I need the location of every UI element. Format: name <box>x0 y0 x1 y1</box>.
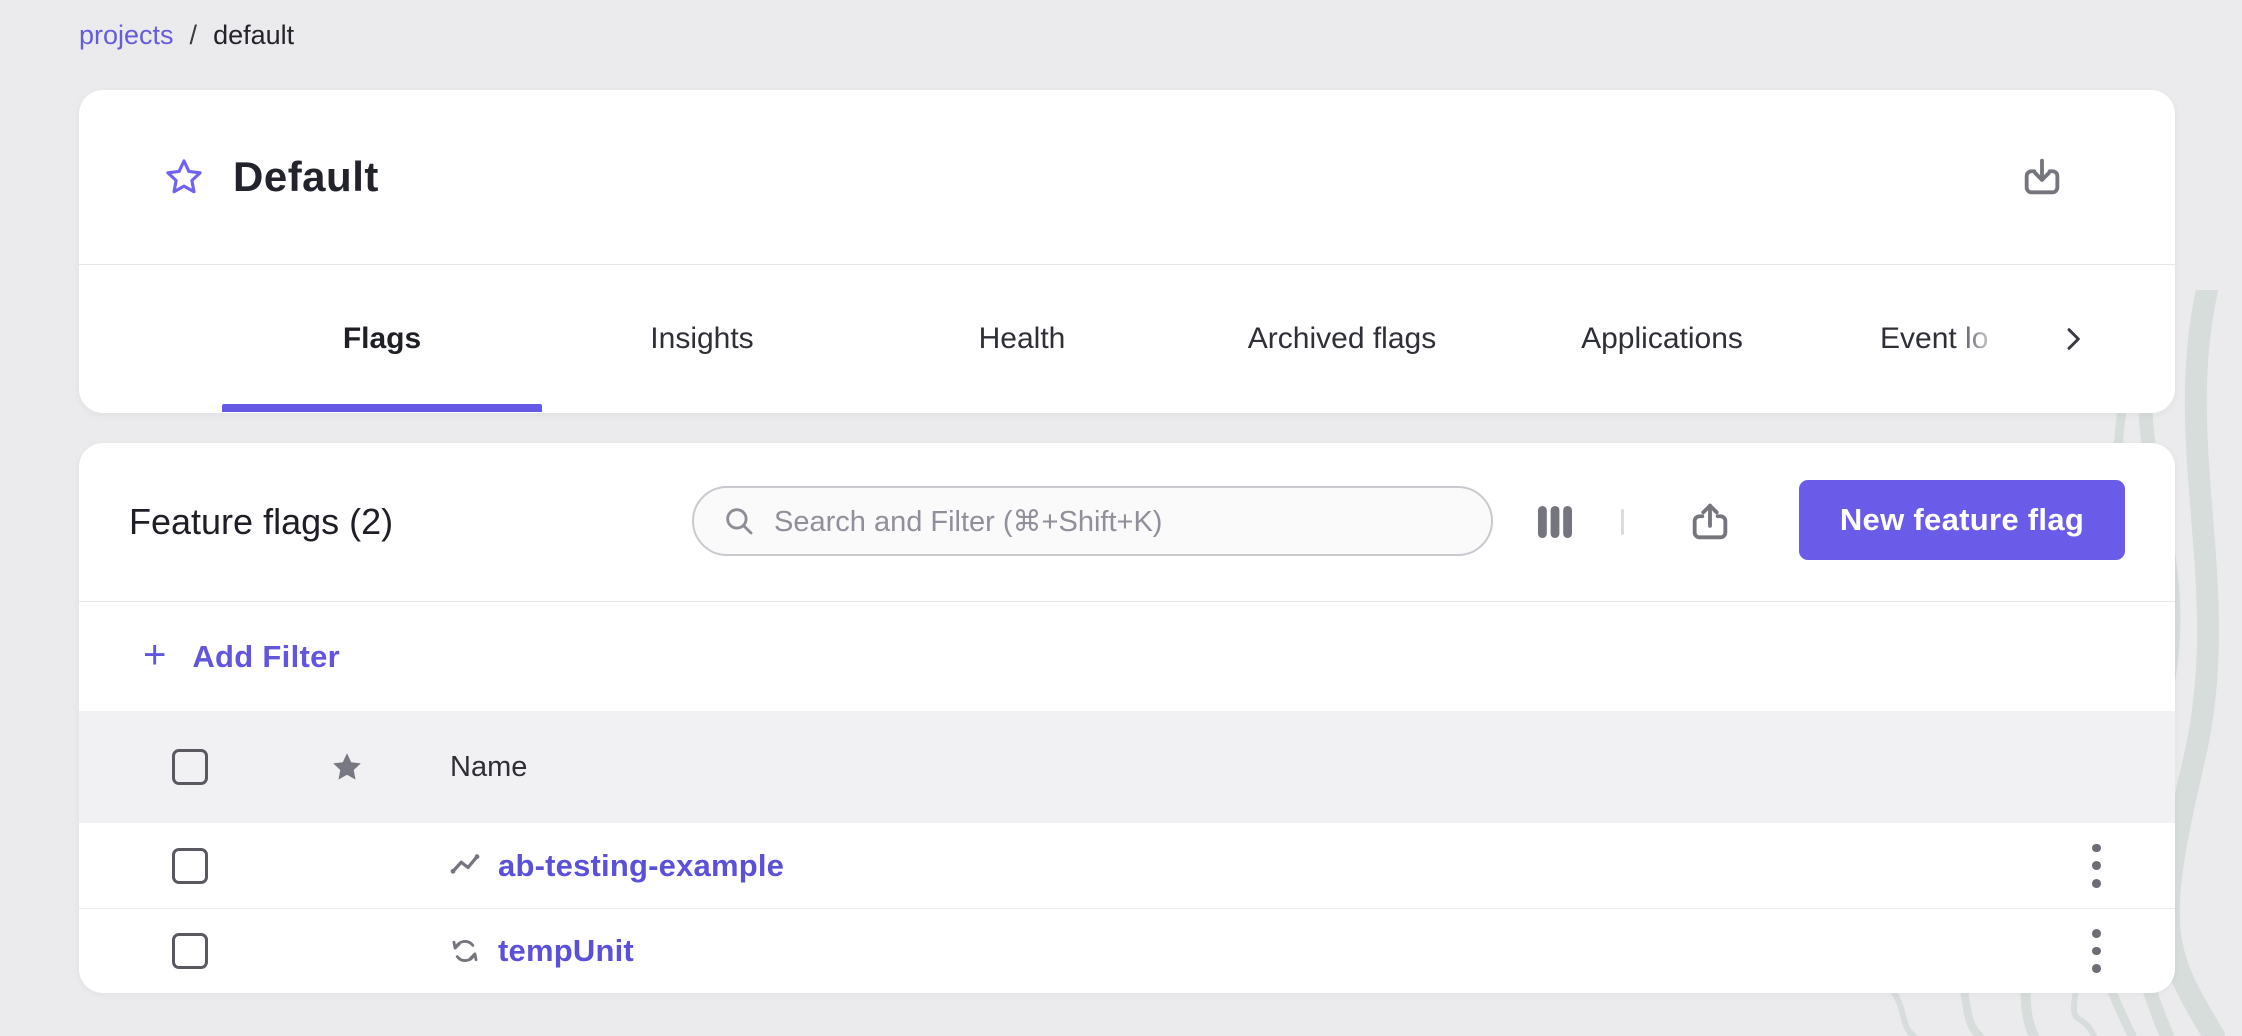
plus-icon: + <box>143 635 166 675</box>
tab-flags[interactable]: Flags <box>222 265 542 412</box>
row-checkbox[interactable] <box>172 848 208 884</box>
project-title: Default <box>233 153 379 201</box>
sync-icon <box>446 932 484 970</box>
add-filter-label: Add Filter <box>192 639 340 675</box>
project-header: Default <box>79 90 2175 265</box>
breadcrumb-projects-link[interactable]: projects <box>79 20 174 51</box>
project-card: Default Flags Insights Health Archived f… <box>79 90 2175 413</box>
tabs-scroll-chevron-right-icon[interactable] <box>2053 319 2093 359</box>
flag-link[interactable]: tempUnit <box>498 933 634 969</box>
table-header-row: Name <box>79 711 2175 823</box>
tab-applications-label: Applications <box>1581 322 1743 356</box>
row-menu-kebab-icon[interactable] <box>2078 844 2114 888</box>
tab-archived-flags-label: Archived flags <box>1248 322 1436 356</box>
toolbar-divider <box>1621 509 1624 535</box>
tab-archived-flags[interactable]: Archived flags <box>1182 265 1502 412</box>
row-menu-kebab-icon[interactable] <box>2078 929 2114 973</box>
download-icon[interactable] <box>2019 154 2065 200</box>
favorites-column-star-icon <box>328 748 366 786</box>
tab-applications[interactable]: Applications <box>1502 265 1822 412</box>
trend-icon <box>446 847 484 885</box>
select-all-checkbox[interactable] <box>172 749 208 785</box>
flag-link[interactable]: ab-testing-example <box>498 848 784 884</box>
tab-overflow-fade <box>1952 265 2002 412</box>
new-feature-flag-button[interactable]: New feature flag <box>1799 480 2125 560</box>
flag-row-ab-testing-example: ab-testing-example <box>79 823 2175 908</box>
tab-health-label: Health <box>979 322 1066 356</box>
breadcrumb-separator: / <box>190 20 198 51</box>
tabs-row: Flags Insights Health Archived flags App… <box>79 265 2175 412</box>
columns-icon[interactable] <box>1531 498 1579 546</box>
tab-insights-label: Insights <box>650 322 753 356</box>
search-icon <box>722 504 756 538</box>
name-column-header: Name <box>450 751 527 784</box>
feature-flags-page: projects / default Default Flags Insight… <box>0 0 2242 1036</box>
feature-flags-heading: Feature flags (2) <box>129 501 393 543</box>
breadcrumb: projects / default <box>79 20 294 51</box>
feature-flags-panel: Feature flags (2) Search and Filter (⌘+S… <box>79 443 2175 992</box>
export-icon[interactable] <box>1687 499 1733 545</box>
breadcrumb-current-page: default <box>213 20 294 51</box>
add-filter-button[interactable]: + Add Filter <box>143 639 340 675</box>
tab-event-log[interactable]: Event lo <box>1822 265 2002 412</box>
favorite-star-icon[interactable] <box>163 156 205 198</box>
flag-row-tempunit: tempUnit <box>79 908 2175 993</box>
tab-flags-label: Flags <box>343 322 421 356</box>
tab-insights[interactable]: Insights <box>542 265 862 412</box>
search-placeholder: Search and Filter (⌘+Shift+K) <box>774 504 1162 539</box>
add-filter-row: + Add Filter <box>79 601 2175 711</box>
flags-toolbar: Feature flags (2) Search and Filter (⌘+S… <box>79 443 2175 601</box>
tab-health[interactable]: Health <box>862 265 1182 412</box>
search-input[interactable]: Search and Filter (⌘+Shift+K) <box>692 486 1493 556</box>
row-checkbox[interactable] <box>172 933 208 969</box>
